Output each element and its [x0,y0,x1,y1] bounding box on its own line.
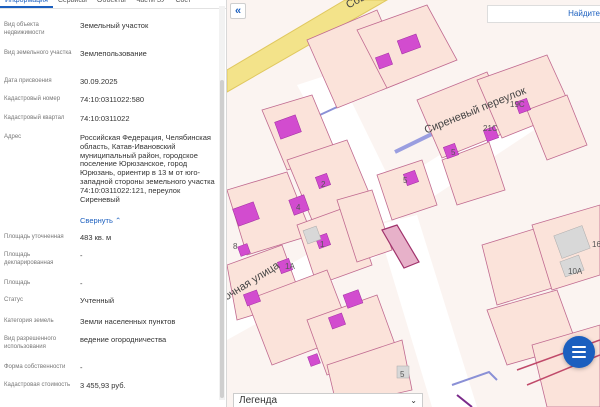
value-assigned-date: 30.09.2025 [80,77,118,86]
label-area: Площадь [4,280,31,286]
plot-number: 8 [233,242,238,251]
map-search-input[interactable]: Найдите [487,5,600,23]
label-declared-area2: Площадь декларированная [4,252,54,266]
value-land-category: Земли населенных пунктов [80,317,176,326]
value-land-type: Землепользование [80,49,147,58]
label-object-type: Вид объекта недвижимости [4,22,45,36]
parcels [227,4,600,407]
label-cadastral-quarter: Кадастровый квартал [4,115,65,121]
label-cadastral-value: Кадастровая стоимость [4,382,71,388]
value-ownership: - [80,363,83,372]
collapse-panel-button[interactable]: « [230,3,246,19]
label-permitted-use: Вид разрешенного использования [4,336,57,350]
plot-number: 16 [592,240,600,249]
map-canvas[interactable] [227,0,600,407]
tab-parts[interactable]: Части ЗУ [131,0,171,8]
legend-label: Легенда [239,395,278,406]
label-ownership: Форма собственности [4,364,66,370]
chevron-down-icon: ⌄ [410,396,417,405]
panel-scrollbar-thumb[interactable] [220,80,224,398]
plot-number: 1А [285,262,295,271]
chat-icon [572,346,586,358]
panel-tabs: Информация Сервисы Объекты Части ЗУ Сост [0,0,226,9]
plot-number: 5 [403,176,408,185]
plot-number: 19С [510,100,525,109]
cadastral-map[interactable]: Сов Сиреневый переулок очная улица 19С 2… [227,0,600,407]
legend-dropdown[interactable]: Легенда ⌄ [233,393,423,407]
tab-state[interactable]: Сост [170,0,196,8]
plot-number: 10А [568,267,583,276]
tab-objects[interactable]: Объекты [92,0,131,8]
label-declared-area: Площадь уточненная [4,234,64,240]
plot-number: 1 [320,240,325,249]
plot-number: 4 [296,203,301,212]
label-status: Статус [4,297,23,303]
value-declared-area2: - [80,251,83,260]
value-area: - [80,279,83,288]
plot-number: 5 [451,148,456,157]
value-status: Учтенный [80,296,115,305]
chat-button[interactable] [563,336,595,368]
value-declared-area: 483 кв. м [80,233,112,242]
value-cadastral-value: 3 455,93 руб. [80,381,126,390]
tab-info[interactable]: Информация [0,0,53,8]
value-permitted-use: ведение огородничества [80,335,167,344]
value-address: Российская Федерация, Челябинская област… [80,133,215,204]
label-land-category: Категория земель [4,318,54,324]
info-panel: Информация Сервисы Объекты Части ЗУ Сост… [0,0,227,407]
plot-number: 21С [483,124,498,133]
value-object-type: Земельный участок [80,21,149,30]
value-cadastral-number[interactable]: 74:10:0311022:580 [80,95,216,105]
plot-number: 2 [321,180,326,189]
tab-services[interactable]: Сервисы [53,0,92,8]
plot-number: 5 [400,370,405,379]
address-collapse-link[interactable]: Свернуть ⌃ [80,216,216,226]
label-cadastral-number: Кадастровый номер [4,96,61,102]
label-assigned-date: Дата присвоения [4,78,52,84]
value-cadastral-quarter[interactable]: 74:10:0311022 [80,114,216,124]
label-address: Адрес [4,134,22,140]
label-land-type: Вид земельного участка [4,50,72,56]
